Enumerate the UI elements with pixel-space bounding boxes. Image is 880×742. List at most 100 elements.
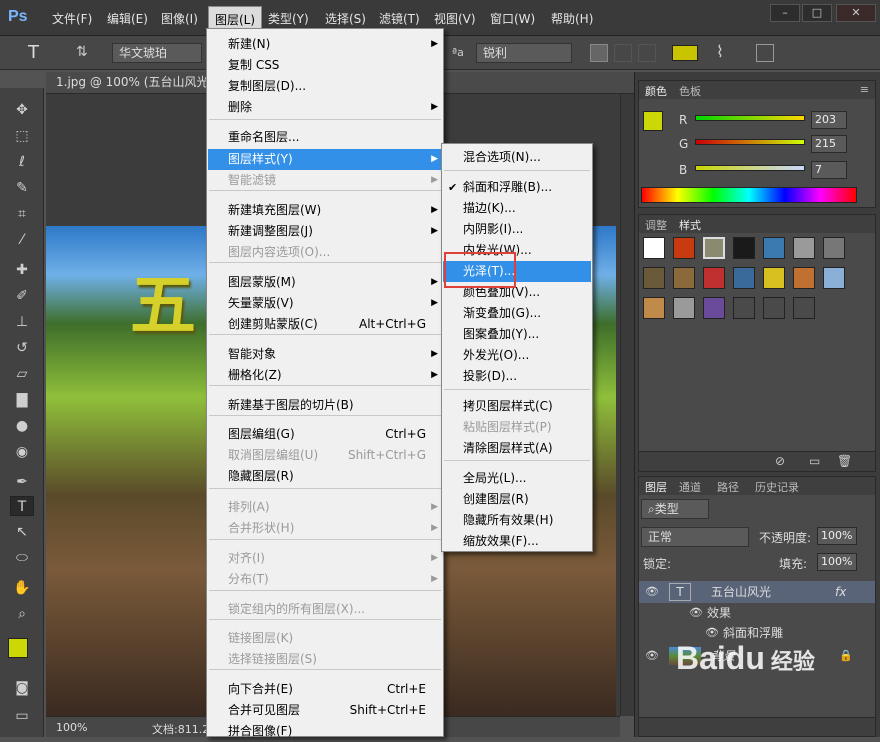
menu-select[interactable]: 选择(S) bbox=[325, 10, 366, 27]
screen-mode-icon[interactable]: ▭ bbox=[10, 706, 34, 726]
new-style-icon[interactable]: ▭ bbox=[809, 454, 820, 468]
stamp-tool-icon[interactable]: ⊥ bbox=[10, 312, 34, 332]
font-family-select[interactable]: 华文琥珀 bbox=[112, 43, 202, 63]
brush-tool-icon[interactable]: ✐ bbox=[10, 286, 34, 306]
style-swatch[interactable] bbox=[643, 297, 665, 319]
layer-menu-item[interactable]: 隐藏图层(R) bbox=[208, 466, 442, 487]
layer-menu-item[interactable]: 删除 ▶ bbox=[208, 97, 442, 118]
style-swatch[interactable] bbox=[763, 297, 785, 319]
layer-menu-item[interactable]: 复制 CSS bbox=[208, 55, 442, 76]
eraser-tool-icon[interactable]: ▱ bbox=[10, 364, 34, 384]
layer-menu-item[interactable]: 拼合图像(F) bbox=[208, 721, 442, 742]
history-brush-tool-icon[interactable]: ↺ bbox=[10, 338, 34, 358]
layer-menu-item[interactable]: 创建剪贴蒙版(C) Alt+Ctrl+G bbox=[208, 314, 442, 335]
style-menu-item[interactable]: 外发光(O)... bbox=[443, 345, 591, 366]
b-slider[interactable] bbox=[695, 165, 805, 171]
layer-menu-item[interactable]: 图层蒙版(M) ▶ bbox=[208, 272, 442, 293]
type-tool-button-icon[interactable]: T bbox=[10, 496, 34, 516]
lasso-tool-icon[interactable]: ℓ bbox=[10, 152, 34, 172]
text-color-swatch[interactable] bbox=[672, 45, 698, 61]
tab-history[interactable]: 历史记录 bbox=[755, 479, 799, 495]
menu-window[interactable]: 窗口(W) bbox=[490, 10, 535, 27]
style-menu-item[interactable]: ✔ 斜面和浮雕(B)... bbox=[443, 177, 591, 198]
hand-tool-icon[interactable]: ✋ bbox=[10, 578, 34, 598]
character-panel-icon[interactable] bbox=[756, 44, 774, 62]
layer-menu-item[interactable]: 新建基于图层的切片(B) bbox=[208, 395, 442, 416]
tab-paths[interactable]: 路径 bbox=[717, 479, 739, 495]
style-swatch[interactable] bbox=[703, 297, 725, 319]
style-swatch[interactable] bbox=[733, 237, 755, 259]
align-left-icon[interactable] bbox=[590, 44, 608, 62]
tab-color[interactable]: 颜色 bbox=[645, 83, 667, 99]
layer-menu-item[interactable]: 重命名图层... bbox=[208, 127, 442, 148]
blend-mode-select[interactable]: 正常 bbox=[641, 527, 749, 547]
clear-style-icon[interactable]: ⊘ bbox=[775, 454, 785, 468]
delete-style-icon[interactable]: 🗑 bbox=[837, 454, 852, 468]
layer-menu-item[interactable]: 新建调整图层(J) ▶ bbox=[208, 221, 442, 242]
zoom-tool-icon[interactable]: ⌕ bbox=[10, 604, 34, 624]
visibility-eye-icon[interactable]: 👁 bbox=[645, 645, 659, 667]
warp-text-icon[interactable]: ⌇ bbox=[716, 42, 724, 61]
menu-edit[interactable]: 编辑(E) bbox=[107, 10, 148, 27]
style-menu-item[interactable]: 渐变叠加(G)... bbox=[443, 303, 591, 324]
tab-swatches[interactable]: 色板 bbox=[679, 83, 701, 99]
healing-tool-icon[interactable]: ✚ bbox=[10, 260, 34, 280]
style-swatch[interactable] bbox=[823, 267, 845, 289]
menu-layer[interactable]: 图层(L) bbox=[208, 6, 263, 30]
style-swatch[interactable] bbox=[793, 297, 815, 319]
maximize-button[interactable]: □ bbox=[802, 4, 832, 22]
text-orientation-icon[interactable]: ⇅ bbox=[76, 44, 88, 60]
g-slider[interactable] bbox=[695, 139, 805, 145]
align-center-icon[interactable] bbox=[614, 44, 632, 62]
layer-menu-item[interactable]: 新建填充图层(W) ▶ bbox=[208, 200, 442, 221]
vertical-scrollbar[interactable] bbox=[620, 94, 634, 716]
layer-menu-item[interactable]: 向下合并(E) Ctrl+E bbox=[208, 679, 442, 700]
eyedropper-tool-icon[interactable]: ⁄ bbox=[10, 230, 34, 250]
r-slider[interactable] bbox=[695, 115, 805, 121]
style-menu-item[interactable]: 描边(K)... bbox=[443, 198, 591, 219]
menu-filter[interactable]: 滤镜(T) bbox=[379, 10, 420, 27]
antialias-select[interactable]: 锐利 bbox=[476, 43, 572, 63]
visibility-eye-icon[interactable]: 👁 bbox=[645, 581, 659, 603]
style-swatch[interactable] bbox=[793, 237, 815, 259]
layer-menu-item[interactable]: 矢量蒙版(V) ▶ bbox=[208, 293, 442, 314]
blur-tool-icon[interactable]: ● bbox=[10, 416, 34, 436]
style-menu-item[interactable]: 创建图层(R) bbox=[443, 489, 591, 510]
r-value-input[interactable]: 203 bbox=[811, 111, 847, 129]
ellipse-tool-icon[interactable]: ⬭ bbox=[10, 548, 34, 568]
close-button[interactable]: ✕ bbox=[836, 4, 876, 22]
style-menu-item[interactable]: 缩放效果(F)... bbox=[443, 531, 591, 552]
tab-layers[interactable]: 图层 bbox=[645, 479, 667, 495]
marquee-tool-icon[interactable]: ⬚ bbox=[10, 126, 34, 146]
layer-row[interactable]: 👁 T 五台山风光 fx bbox=[639, 581, 875, 603]
style-swatch[interactable] bbox=[763, 237, 785, 259]
menu-file[interactable]: 文件(F) bbox=[52, 10, 92, 27]
crop-tool-icon[interactable]: ⌗ bbox=[10, 204, 34, 224]
fill-input[interactable]: 100% bbox=[817, 553, 857, 571]
panel-menu-icon[interactable]: ≡ bbox=[860, 83, 869, 96]
opacity-input[interactable]: 100% bbox=[817, 527, 857, 545]
quick-mask-icon[interactable]: ◙ bbox=[10, 678, 34, 698]
style-swatch[interactable] bbox=[703, 267, 725, 289]
menu-type[interactable]: 类型(Y) bbox=[268, 10, 309, 27]
color-fg-swatch[interactable] bbox=[643, 111, 663, 131]
dodge-tool-icon[interactable]: ◉ bbox=[10, 442, 34, 462]
style-menu-item[interactable]: 拷贝图层样式(C) bbox=[443, 396, 591, 417]
style-swatch[interactable] bbox=[673, 297, 695, 319]
style-menu-item[interactable]: 图案叠加(Y)... bbox=[443, 324, 591, 345]
path-select-tool-icon[interactable]: ↖ bbox=[10, 522, 34, 542]
layer-menu-item[interactable]: 新建(N) ▶ bbox=[208, 34, 442, 55]
layer-menu-item[interactable]: 合并可见图层 Shift+Ctrl+E bbox=[208, 700, 442, 721]
tab-adjustments[interactable]: 调整 bbox=[645, 217, 667, 233]
style-swatch[interactable] bbox=[823, 237, 845, 259]
style-swatch[interactable] bbox=[733, 267, 755, 289]
menu-image[interactable]: 图像(I) bbox=[161, 10, 198, 27]
gradient-tool-icon[interactable]: ▇ bbox=[10, 390, 34, 410]
style-menu-item[interactable]: 投影(D)... bbox=[443, 366, 591, 387]
layer-menu-item[interactable]: 复制图层(D)... bbox=[208, 76, 442, 97]
layer-menu-item[interactable]: 图层样式(Y) ▶ bbox=[208, 149, 442, 170]
foreground-color-swatch[interactable] bbox=[8, 638, 28, 658]
style-menu-item[interactable]: 内阴影(I)... bbox=[443, 219, 591, 240]
g-value-input[interactable]: 215 bbox=[811, 135, 847, 153]
zoom-level[interactable]: 100% bbox=[56, 721, 87, 734]
